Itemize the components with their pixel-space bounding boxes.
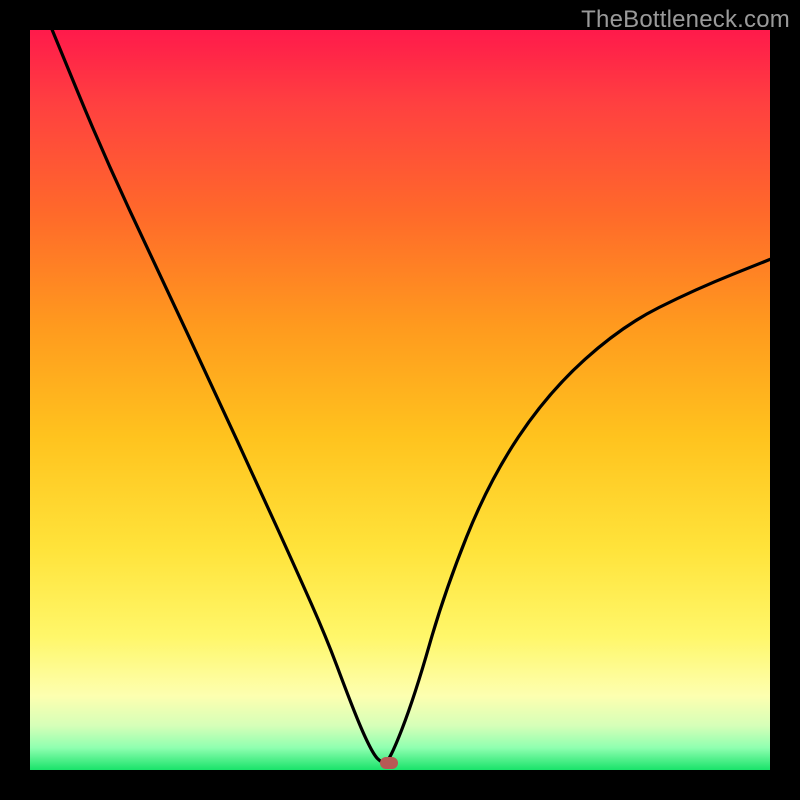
plot-area xyxy=(30,30,770,770)
bottleneck-curve xyxy=(52,30,770,763)
chart-frame: TheBottleneck.com xyxy=(0,0,800,800)
optimum-marker xyxy=(380,757,398,769)
curve-svg xyxy=(30,30,770,770)
